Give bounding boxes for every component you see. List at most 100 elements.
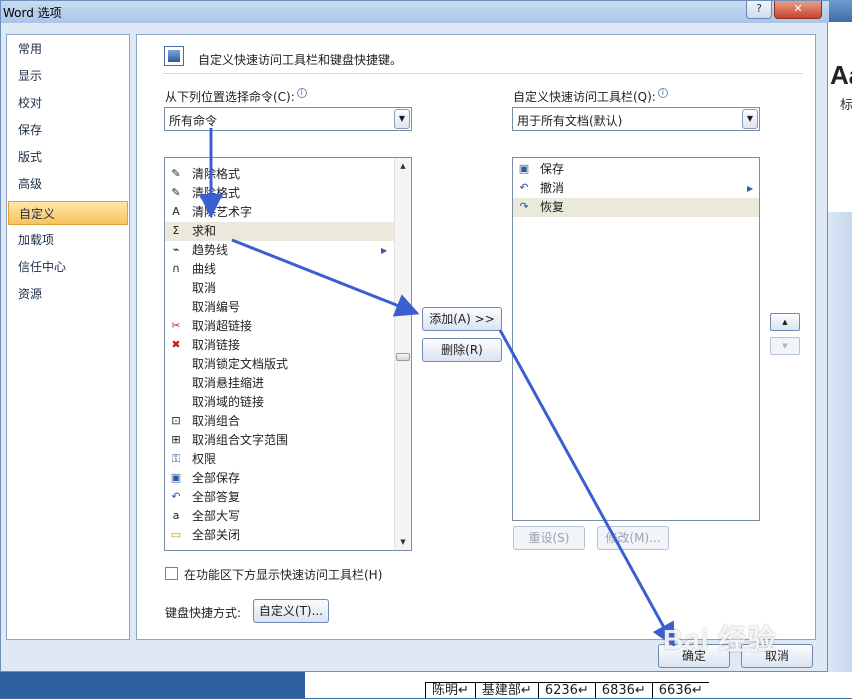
close-all-icon: ▭ bbox=[170, 528, 182, 541]
list-item[interactable]: ↶ 撤消 ▶ bbox=[513, 179, 759, 198]
customize-qat-label: 自定义快速访问工具栏(Q): i bbox=[513, 88, 668, 105]
modify-button[interactable]: 修改(M)... bbox=[597, 526, 669, 550]
help-button[interactable]: ? bbox=[746, 1, 772, 19]
dialog-title: Word 选项 bbox=[3, 6, 62, 20]
background-document-ribbon: Aa 标 bbox=[828, 22, 852, 212]
customize-qat-text: 自定义快速访问工具栏(Q): bbox=[513, 90, 656, 104]
ungroup-text-icon: ⊞ bbox=[171, 433, 181, 446]
close-button[interactable]: ✕ bbox=[774, 1, 822, 19]
nav-item-save[interactable]: 保存 bbox=[8, 118, 128, 142]
list-item[interactable]: ⊡ 取消组合 bbox=[165, 412, 395, 431]
list-item-label: 全部大写 bbox=[192, 509, 241, 523]
list-item[interactable]: 取消锁定文档版式 bbox=[165, 355, 395, 374]
nav-item-proofing[interactable]: 校对 bbox=[8, 91, 128, 115]
move-down-button[interactable]: ▼ bbox=[770, 337, 800, 355]
list-item[interactable]: 取消 bbox=[165, 279, 395, 298]
list-item-label: 趋势线 bbox=[192, 243, 229, 257]
redo-icon: ↷ bbox=[519, 200, 529, 213]
cancel-button[interactable]: 取消 bbox=[741, 644, 813, 668]
nav-item-layout[interactable]: 版式 bbox=[8, 145, 128, 169]
choose-commands-text: 从下列位置选择命令(C): bbox=[165, 90, 295, 104]
background-table-cell: 陈明↵ bbox=[425, 683, 475, 698]
commands-scrollbar[interactable]: ▲ ▼ bbox=[394, 158, 411, 550]
background-table-cell: 6836↵ bbox=[594, 683, 652, 698]
list-item-label: 全部关闭 bbox=[192, 528, 241, 542]
permission-icon: ⚿ bbox=[171, 452, 181, 465]
list-item[interactable]: ⊞ 取消组合文字范围 bbox=[165, 431, 395, 450]
list-item-label: 恢复 bbox=[540, 200, 565, 214]
list-item[interactable]: A 清除艺术字 bbox=[165, 203, 395, 222]
list-item-label: 全部保存 bbox=[192, 471, 241, 485]
info-icon: i bbox=[296, 88, 307, 98]
background-table-cell: 6636↵ bbox=[651, 683, 709, 698]
qat-list[interactable]: ▣ 保存 ↶ 撤消 ▶ ↷ 恢复 bbox=[512, 157, 760, 521]
list-item[interactable]: ↶ 全部答复 bbox=[165, 488, 395, 507]
command-source-value: 所有命令 bbox=[169, 114, 218, 128]
list-item-label: 撤消 bbox=[540, 181, 565, 195]
sigma-icon: Σ bbox=[172, 224, 180, 237]
nav-item-general[interactable]: 常用 bbox=[8, 37, 128, 61]
ungroup-icon: ⊡ bbox=[171, 414, 181, 427]
list-item[interactable]: 取消域的链接 bbox=[165, 393, 395, 412]
qat-scope-value: 用于所有文档(默认) bbox=[517, 114, 623, 128]
nav-item-trust-center[interactable]: 信任中心 bbox=[8, 255, 128, 279]
qat-scope-dropdown[interactable]: 用于所有文档(默认) ▼ bbox=[512, 107, 760, 131]
list-item[interactable]: ⚿ 权限 bbox=[165, 450, 395, 469]
list-item[interactable]: ⌁ 趋势线 ▶ bbox=[165, 241, 395, 260]
submenu-arrow-icon: ▶ bbox=[381, 246, 388, 255]
list-item-label: 曲线 bbox=[192, 262, 217, 276]
add-button[interactable]: 添加(A) >> bbox=[422, 307, 502, 331]
undo-icon: ↶ bbox=[519, 181, 529, 194]
list-item-selected[interactable]: Σ 求和 bbox=[165, 222, 395, 241]
heading-divider bbox=[163, 73, 803, 74]
list-item[interactable]: 取消编号 bbox=[165, 298, 395, 317]
list-item-label: 取消组合 bbox=[192, 414, 241, 428]
ok-button[interactable]: 确定 bbox=[658, 644, 730, 668]
chevron-down-icon[interactable]: ▼ bbox=[742, 109, 758, 129]
info-icon: i bbox=[657, 88, 668, 98]
show-below-ribbon-label: 在功能区下方显示快速访问工具栏(H) bbox=[184, 568, 383, 582]
clear-format-icon: ✎ bbox=[171, 167, 181, 180]
nav-item-addins[interactable]: 加载项 bbox=[8, 228, 128, 252]
save-icon: ▣ bbox=[518, 162, 530, 175]
list-item-label: 全部答复 bbox=[192, 490, 241, 504]
chevron-down-icon[interactable]: ▼ bbox=[394, 109, 410, 129]
list-item[interactable]: ✂ 取消超链接 bbox=[165, 317, 395, 336]
list-item[interactable]: ∩ 曲线 bbox=[165, 260, 395, 279]
list-item-label: 清除格式 bbox=[192, 167, 241, 181]
scroll-up-icon[interactable]: ▲ bbox=[395, 158, 411, 174]
save-all-icon: ▣ bbox=[170, 471, 182, 484]
command-source-dropdown[interactable]: 所有命令 ▼ bbox=[164, 107, 412, 131]
list-item[interactable]: ▣ 保存 bbox=[513, 160, 759, 179]
move-up-button[interactable]: ▲ bbox=[770, 313, 800, 331]
keyboard-shortcuts-label: 键盘快捷方式: bbox=[165, 606, 242, 620]
commands-list[interactable]: ✎ 清除格式 ✎ 清除格式 A 清除艺术字 Σ 求和 ⌁ 趋势线 ▶ ∩ 曲线 取消 取消编号… bbox=[164, 157, 412, 551]
nav-item-customize[interactable]: 自定义 bbox=[8, 201, 128, 225]
scroll-thumb[interactable] bbox=[396, 353, 410, 361]
choose-commands-label: 从下列位置选择命令(C): i bbox=[165, 88, 307, 105]
scroll-down-icon[interactable]: ▼ bbox=[395, 534, 411, 550]
nav-item-display[interactable]: 显示 bbox=[8, 64, 128, 88]
remove-button[interactable]: 删除(R) bbox=[422, 338, 502, 362]
list-item-label: 取消超链接 bbox=[192, 319, 253, 333]
reply-all-icon: ↶ bbox=[171, 490, 181, 503]
nav-item-resources[interactable]: 资源 bbox=[8, 282, 128, 306]
list-item[interactable]: ▭ 全部关闭 bbox=[165, 526, 395, 545]
word-options-dialog: Word 选项 ? ✕ 常用 显示 校对 保存 版式 高级 自定义 加载项 信任… bbox=[0, 0, 829, 672]
customize-shortcuts-button[interactable]: 自定义(T)... bbox=[253, 599, 329, 623]
list-item-selected[interactable]: ↷ 恢复 bbox=[513, 198, 759, 217]
background-style-label: 标 bbox=[840, 98, 852, 113]
list-item[interactable]: a 全部大写 bbox=[165, 507, 395, 526]
list-item[interactable]: 取消悬挂缩进 bbox=[165, 374, 395, 393]
list-item[interactable]: ▣ 全部保存 bbox=[165, 469, 395, 488]
background-table-cell: 6236↵ bbox=[537, 683, 595, 698]
clear-format-icon: ✎ bbox=[171, 186, 181, 199]
trendline-icon: ⌁ bbox=[172, 243, 180, 256]
list-item[interactable]: ✎ 清除格式 bbox=[165, 165, 395, 184]
nav-item-advanced[interactable]: 高级 bbox=[8, 172, 128, 196]
list-item[interactable]: ✎ 清除格式 bbox=[165, 184, 395, 203]
show-below-ribbon-checkbox[interactable] bbox=[165, 567, 178, 580]
list-item[interactable]: ✖ 取消链接 bbox=[165, 336, 395, 355]
list-item-label: 保存 bbox=[540, 162, 565, 176]
reset-button[interactable]: 重设(S) bbox=[513, 526, 585, 550]
